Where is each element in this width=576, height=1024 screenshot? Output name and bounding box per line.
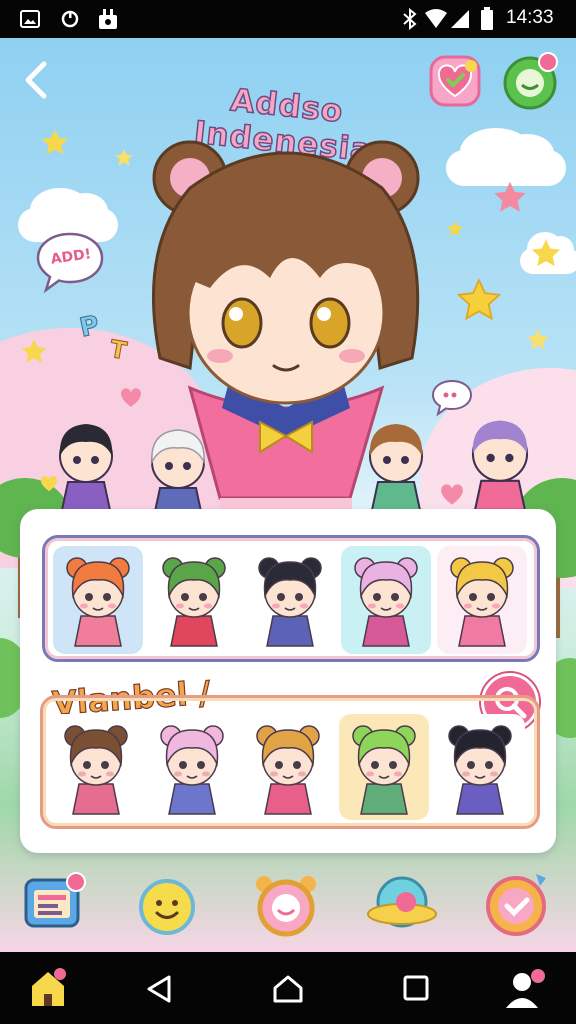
recents-square-icon: [403, 975, 429, 1001]
home-icon: [32, 968, 66, 1006]
star-icon: [492, 180, 528, 216]
star-icon: [456, 278, 502, 324]
character-selection-panel: Vlanbel /: [20, 509, 556, 853]
row2-slot[interactable]: [243, 714, 333, 820]
crowd-character[interactable]: [138, 418, 218, 518]
wifi-icon: [424, 9, 448, 29]
crowd-character[interactable]: [356, 412, 436, 512]
check-badge-button[interactable]: [480, 868, 552, 940]
notification-button[interactable]: [500, 52, 560, 110]
star-icon: [40, 128, 70, 158]
speech-bubble: ADD!: [34, 230, 106, 294]
home-circle-icon: [273, 975, 303, 1003]
smiley-button[interactable]: [134, 872, 200, 938]
profile-icon: [506, 969, 545, 1008]
row1-slot[interactable]: [245, 546, 335, 654]
battery-icon: [480, 7, 494, 31]
row1-slot[interactable]: [341, 546, 431, 654]
character-row-1: [42, 535, 540, 662]
chat-ring-icon: [256, 876, 316, 937]
bluetooth-icon: [402, 8, 418, 30]
chibi-character: [448, 725, 512, 815]
smiley-face-icon: [139, 879, 195, 935]
status-bar: 14:33: [0, 0, 576, 38]
chibi-character: [354, 557, 418, 647]
chibi-character: [162, 557, 226, 647]
navigation-bar: [0, 952, 576, 1024]
back-triangle-icon: [147, 975, 171, 1003]
home-nav-button[interactable]: [272, 974, 304, 1004]
chibi-character: [258, 557, 322, 647]
back-nav-button[interactable]: [144, 974, 174, 1004]
row1-slot[interactable]: [149, 546, 239, 654]
chibi-character: [450, 557, 514, 647]
back-button[interactable]: [20, 60, 52, 100]
lock-notification-icon: [98, 8, 118, 30]
signal-icon: [450, 9, 470, 29]
game-scene: Addso Indenesia ADD! P T Vlanbel /: [0, 38, 576, 952]
chibi-character: [64, 725, 128, 815]
home-button[interactable]: [28, 966, 68, 1010]
character-row-2: [40, 695, 540, 829]
chibi-character: [66, 557, 130, 647]
row2-slot[interactable]: [435, 714, 525, 820]
row2-slot[interactable]: [339, 714, 429, 820]
chibi-character: [256, 725, 320, 815]
crowd-character[interactable]: [458, 408, 542, 512]
row2-slot[interactable]: [51, 714, 141, 820]
clock: 14:33: [506, 7, 554, 28]
star-icon: [20, 338, 48, 366]
tablet-menu-icon: [24, 872, 86, 928]
tablet-menu-button[interactable]: [20, 870, 88, 936]
profile-button[interactable]: [504, 966, 548, 1010]
favorites-button[interactable]: [428, 54, 482, 108]
row1-slot[interactable]: [437, 546, 527, 654]
chibi-character: [160, 725, 224, 815]
crowd-character[interactable]: [46, 412, 126, 512]
planet-icon: [367, 876, 437, 928]
check-badge-icon: [486, 874, 546, 936]
row2-slot[interactable]: [147, 714, 237, 820]
star-icon: [530, 238, 562, 270]
recents-button[interactable]: [402, 974, 430, 1002]
row1-slot[interactable]: [53, 546, 143, 654]
star-icon: [526, 328, 550, 352]
chibi-character: [352, 725, 416, 815]
planet-button[interactable]: [366, 870, 438, 940]
chat-ring-button[interactable]: [252, 872, 320, 942]
sync-icon: [60, 9, 80, 29]
gallery-icon: [20, 9, 40, 29]
